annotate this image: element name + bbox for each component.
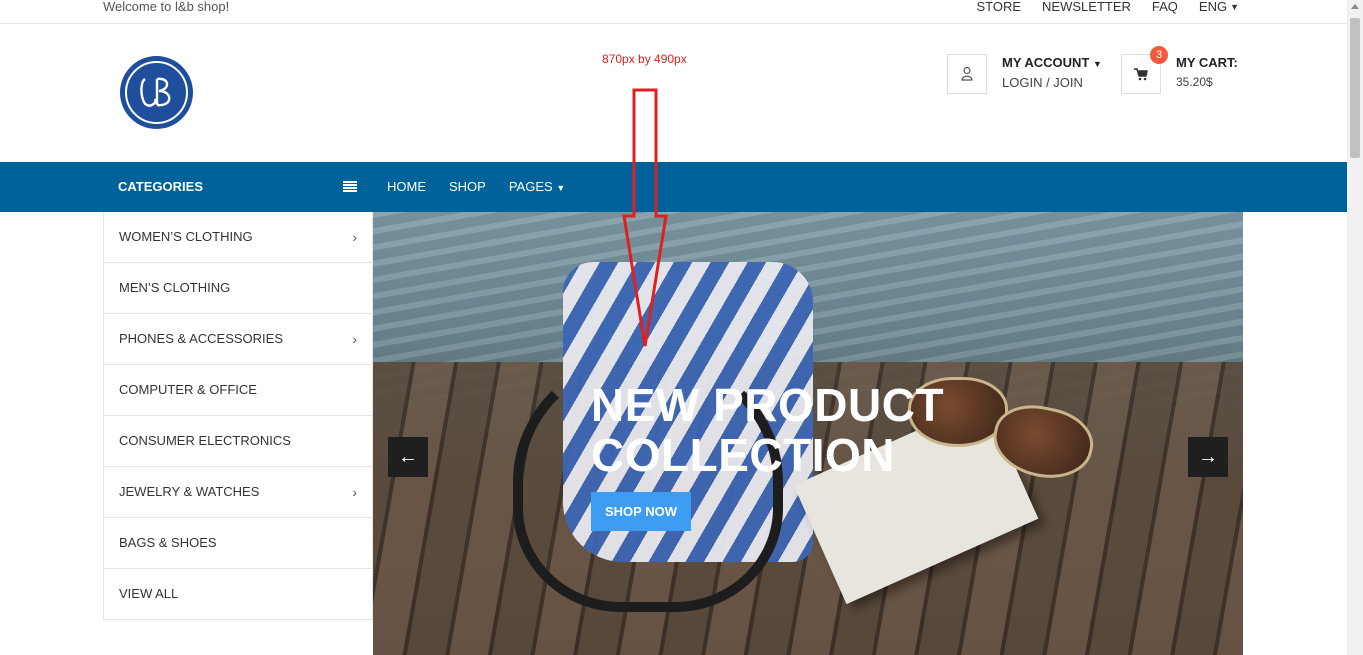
chevron-right-icon: ›: [352, 331, 357, 347]
cart-title: MY CART:: [1176, 55, 1238, 70]
arrow-left-icon: ←: [398, 445, 418, 468]
category-jewelry-watches[interactable]: JEWELRY & WATCHES ›: [104, 467, 373, 518]
store-link[interactable]: STORE: [976, 0, 1021, 14]
category-label: COMPUTER & OFFICE: [119, 382, 257, 397]
account-button[interactable]: [947, 54, 987, 94]
caret-down-icon: ▼: [556, 183, 566, 193]
hero-slider: NEW PRODUCT COLLECTION SHOP NOW ← →: [373, 212, 1243, 655]
cart-total: 35.20$: [1176, 75, 1213, 89]
category-label: WOMEN’S CLOTHING: [119, 229, 253, 244]
main-nav: CATEGORIES HOME SHOP PAGES ▼: [0, 162, 1347, 212]
category-label: JEWELRY & WATCHES: [119, 484, 260, 499]
page-scrollbar[interactable]: [1347, 0, 1363, 655]
my-account-label: MY ACCOUNT: [1002, 55, 1090, 70]
category-mens-clothing[interactable]: MEN’S CLOTHING: [104, 263, 373, 314]
shop-now-button[interactable]: SHOP NOW: [591, 492, 691, 531]
chevron-right-icon: ›: [352, 484, 357, 500]
category-view-all[interactable]: VIEW ALL: [104, 569, 373, 620]
category-phones-accessories[interactable]: PHONES & ACCESSORIES ›: [104, 314, 373, 365]
language-selector[interactable]: ENG ▼: [1199, 0, 1239, 14]
nav-items: HOME SHOP PAGES ▼: [387, 179, 565, 194]
login-join-link[interactable]: LOGIN / JOIN: [1002, 75, 1083, 90]
dimension-annotation: 870px by 490px: [602, 52, 687, 66]
slider-prev-button[interactable]: ←: [388, 437, 428, 477]
hamburger-icon[interactable]: [343, 181, 357, 193]
category-list: WOMEN’S CLOTHING › MEN’S CLOTHING PHONES…: [103, 212, 373, 620]
category-label: PHONES & ACCESSORIES: [119, 331, 283, 346]
newsletter-link[interactable]: NEWSLETTER: [1042, 0, 1131, 14]
category-womens-clothing[interactable]: WOMEN’S CLOTHING ›: [104, 212, 373, 263]
nav-item-pages[interactable]: PAGES ▼: [509, 179, 565, 194]
cart-count-badge: 3: [1150, 46, 1168, 64]
categories-heading: CATEGORIES: [118, 179, 203, 194]
nav-item-home[interactable]: HOME: [387, 179, 426, 194]
caret-down-icon: ▼: [1093, 59, 1102, 69]
scroll-up-icon[interactable]: [1351, 4, 1359, 9]
user-icon: [961, 66, 973, 81]
nav-item-pages-label: PAGES: [508, 179, 553, 194]
annotation-arrow-icon: [622, 88, 668, 347]
caret-down-icon: ▼: [1230, 2, 1239, 12]
slider-next-button[interactable]: →: [1188, 437, 1228, 477]
language-label: ENG: [1198, 0, 1228, 14]
category-consumer-electronics[interactable]: CONSUMER ELECTRONICS: [104, 416, 373, 467]
category-label: BAGS & SHOES: [119, 535, 217, 550]
nav-item-shop[interactable]: SHOP: [449, 179, 486, 194]
category-computer-office[interactable]: COMPUTER & OFFICE: [104, 365, 373, 416]
cart-icon: [1134, 67, 1148, 80]
headline-line-2: COLLECTION: [591, 429, 895, 481]
chevron-right-icon: ›: [352, 229, 357, 245]
category-label: CONSUMER ELECTRONICS: [119, 433, 291, 448]
welcome-message: Welcome to l&b shop!: [103, 0, 230, 14]
logo-lb-mark: [139, 77, 170, 107]
site-logo[interactable]: [120, 56, 193, 129]
headline-line-1: NEW PRODUCT: [591, 379, 945, 431]
faq-link[interactable]: FAQ: [1152, 0, 1178, 14]
scrollbar-thumb[interactable]: [1350, 18, 1360, 158]
my-account-menu[interactable]: MY ACCOUNT ▼: [1002, 55, 1102, 70]
top-links: STORE NEWSLETTER FAQ ENG ▼: [976, 0, 1239, 14]
header: 870px by 490px MY ACCOUNT ▼ LOGIN / JOIN…: [0, 24, 1347, 162]
top-bar: Welcome to l&b shop! STORE NEWSLETTER FA…: [0, 0, 1347, 24]
category-bags-shoes[interactable]: BAGS & SHOES: [104, 518, 373, 569]
category-label: VIEW ALL: [119, 586, 179, 601]
logo-monogram: [125, 61, 188, 124]
slide-headline: NEW PRODUCT COLLECTION: [591, 380, 944, 480]
category-label: MEN’S CLOTHING: [119, 280, 231, 295]
arrow-right-icon: →: [1198, 445, 1218, 468]
